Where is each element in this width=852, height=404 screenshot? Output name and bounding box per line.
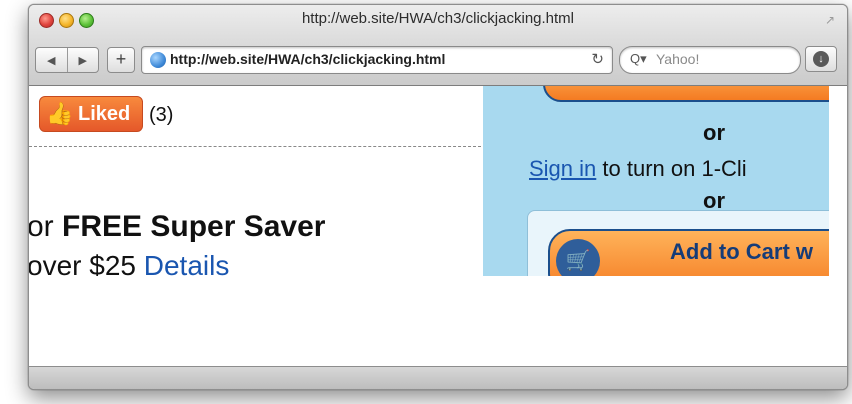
thumbs-up-icon: 👍 — [46, 101, 74, 126]
address-text[interactable]: http://web.site/HWA/ch3/clickjacking.htm… — [170, 51, 445, 67]
buy-now-button[interactable] — [543, 86, 829, 102]
or-separator-1: or — [703, 120, 725, 145]
like-button[interactable]: 👍 Liked — [39, 96, 143, 132]
download-icon: ↓ — [813, 51, 829, 67]
globe-icon — [150, 52, 166, 68]
details-link[interactable]: Details — [144, 250, 230, 276]
free-prefix: or — [29, 210, 63, 243]
reload-icon[interactable]: ↻ — [591, 50, 604, 68]
address-bar[interactable]: http://web.site/HWA/ch3/clickjacking.htm… — [141, 46, 613, 74]
signin-suffix: to turn on 1-Cli — [596, 156, 747, 181]
like-count: (3) — [149, 104, 174, 126]
buy-box: or Sign in to turn on 1-Cli or 🛒 Add to … — [483, 86, 829, 276]
cart-box: 🛒 Add to Cart w — [527, 210, 829, 276]
free-shipping-text: FREE Super Saver — [62, 210, 326, 243]
page-content: 👍 Liked (3) or FREE Super Saver over $25… — [29, 86, 847, 369]
search-icon: Q▾ — [630, 51, 647, 66]
back-icon[interactable]: ◀ — [36, 48, 68, 72]
signin-row: Sign in to turn on 1-Cli — [529, 156, 747, 182]
dashed-divider — [29, 146, 481, 147]
free-shipping-line: or FREE Super Saver — [29, 210, 325, 244]
add-to-cart-label: Add to Cart w — [670, 239, 813, 264]
forward-icon[interactable]: ▶ — [68, 48, 99, 72]
over-prefix: over $25 — [29, 250, 144, 276]
screenshot: http://web.site/HWA/ch3/clickjacking.htm… — [0, 0, 852, 404]
add-to-cart-button[interactable]: 🛒 Add to Cart w — [548, 229, 829, 276]
title-bar: http://web.site/HWA/ch3/clickjacking.htm… — [29, 5, 847, 86]
browser-window: http://web.site/HWA/ch3/clickjacking.htm… — [28, 4, 848, 390]
navigation-buttons: ◀ ▶ — [35, 47, 99, 73]
signin-link[interactable]: Sign in — [529, 156, 596, 181]
like-label: Liked — [78, 103, 131, 125]
search-placeholder: Yahoo! — [656, 51, 700, 67]
window-title: http://web.site/HWA/ch3/clickjacking.htm… — [301, 10, 575, 27]
status-bar — [29, 366, 847, 389]
fullscreen-icon[interactable]: ↗ — [825, 13, 835, 27]
over-amount-line: over $25 Details — [29, 250, 229, 276]
search-field[interactable]: Q▾ Yahoo! — [619, 46, 801, 74]
new-tab-button[interactable]: + — [107, 47, 135, 73]
left-pane: 👍 Liked (3) or FREE Super Saver over $25… — [29, 86, 481, 276]
download-button[interactable]: ↓ — [805, 46, 837, 72]
cart-icon: 🛒 — [556, 239, 600, 276]
